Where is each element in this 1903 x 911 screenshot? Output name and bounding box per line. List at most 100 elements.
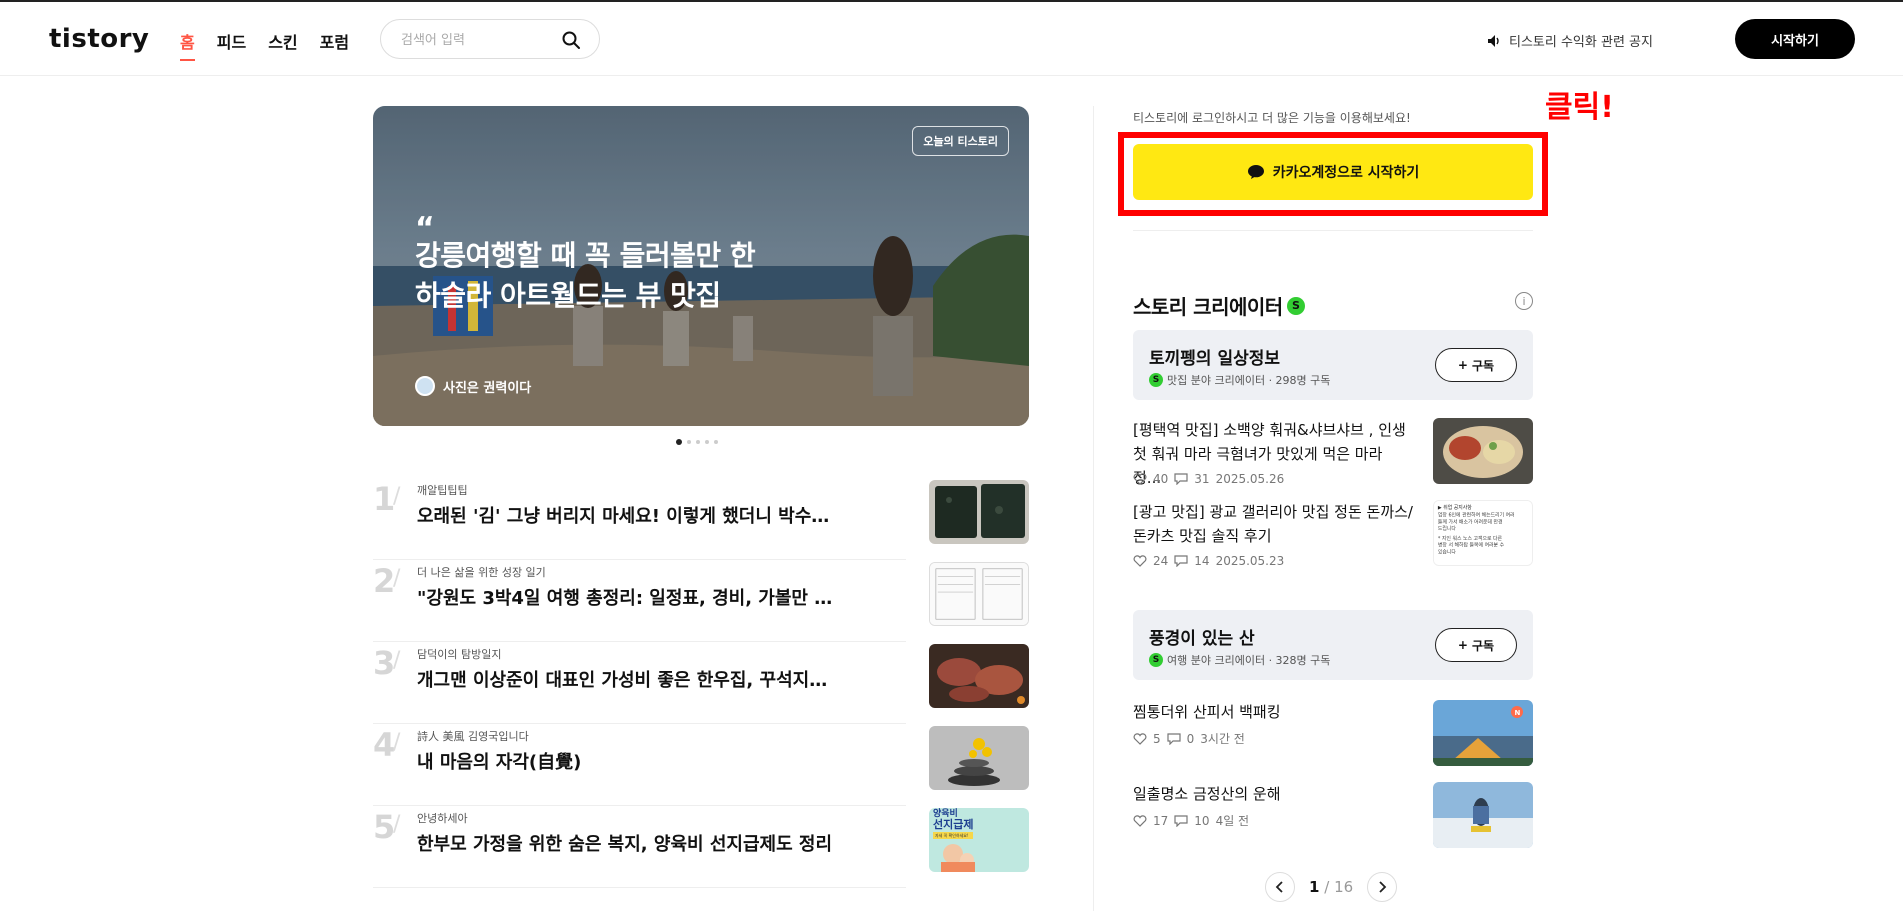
- heart-icon[interactable]: [1133, 814, 1147, 827]
- next-page-button[interactable]: [1367, 872, 1398, 902]
- like-count: 24: [1153, 554, 1169, 568]
- comment-icon[interactable]: [1174, 814, 1188, 827]
- post-title[interactable]: 개그맨 이상준이 대표인 가성비 좋은 한우집, 꾸석지돌...: [417, 666, 837, 692]
- post-thumbnail[interactable]: [929, 562, 1029, 626]
- rank-slash: /: [393, 812, 401, 837]
- post-thumbnail[interactable]: [1433, 782, 1533, 848]
- rank-slash: /: [393, 730, 401, 755]
- post-thumbnail[interactable]: [929, 726, 1029, 790]
- search-icon[interactable]: [561, 30, 581, 50]
- info-icon[interactable]: i: [1515, 292, 1533, 310]
- carousel-dot[interactable]: [705, 440, 709, 444]
- like-count: 40: [1153, 472, 1169, 486]
- post-stats: 17 10 4일 전: [1133, 812, 1249, 829]
- nav-feed[interactable]: 피드: [217, 29, 246, 59]
- comment-icon[interactable]: [1167, 732, 1181, 745]
- subscribe-label: 구독: [1471, 358, 1495, 373]
- list-item[interactable]: 2 / 더 나은 삶을 위한 성장 일기 "강원도 3박4일 여행 총정리: 일…: [373, 560, 1029, 642]
- carousel-dot[interactable]: [687, 440, 691, 444]
- post-title[interactable]: [광고 맛집] 광교 갤러리아 맛집 정돈 돈까스/돈카츠 맛집 솔직 후기: [1133, 500, 1413, 548]
- carousel-dot[interactable]: [714, 440, 718, 444]
- site-header: tistory 홈 피드 스킨 포럼 티스토리 수익화 관련 공지 시작하기: [0, 2, 1903, 76]
- post-title[interactable]: 내 마음의 자각(自覺): [417, 748, 837, 774]
- post-thumbnail[interactable]: [929, 480, 1029, 544]
- creator-name[interactable]: 풍경이 있는 산: [1149, 624, 1255, 649]
- login-prompt: 티스토리에 로그인하시고 더 많은 기능을 이용해보세요!: [1133, 111, 1411, 125]
- list-item[interactable]: 4 / 詩人 美風 김영국입니다 내 마음의 자각(自覺): [373, 724, 1029, 806]
- blog-name[interactable]: 詩人 美風 김영국입니다: [417, 728, 529, 744]
- comment-icon[interactable]: [1174, 473, 1188, 485]
- post-title[interactable]: 일출명소 금정산의 운해: [1133, 782, 1413, 806]
- post-title[interactable]: 한부모 가정을 위한 숨은 복지, 양육비 선지급제도 정리: [417, 830, 837, 856]
- author-name: 사진은 권력이다: [443, 380, 532, 396]
- heart-icon[interactable]: [1133, 473, 1147, 485]
- creator-card[interactable]: 풍경이 있는 산 S 여행 분야 크리에이터 · 328명 구독 + 구독: [1133, 610, 1533, 680]
- post-thumbnail[interactable]: ▶ 취업 공지사항 업장 6인에 관련하여 헤는드리기 여러 들께 가서 배소가…: [1433, 500, 1533, 566]
- subscribe-button[interactable]: + 구독: [1435, 348, 1517, 382]
- pagination: 1 / 16: [1265, 872, 1398, 902]
- creator-card[interactable]: 토끼펭의 일상정보 S 맛집 분야 크리에이터 · 298명 구독 + 구독: [1133, 330, 1533, 400]
- post-title[interactable]: 오래된 '김' 그냥 버리지 마세요! 이렇게 했더니 박수가 ...: [417, 502, 837, 528]
- creator-post[interactable]: 일출명소 금정산의 운해 17 10 4일 전: [1133, 782, 1533, 852]
- carousel-dot[interactable]: [676, 439, 682, 445]
- page-separator: /: [1324, 878, 1330, 896]
- creator-meta-text: 맛집 분야 크리에이터 · 298명 구독: [1167, 374, 1331, 387]
- post-thumbnail[interactable]: [1433, 418, 1533, 484]
- comment-icon[interactable]: [1174, 555, 1188, 567]
- creator-post[interactable]: [평택역 맛집] 소백양 훠궈&샤브샤브 , 인생 첫 훠궈 마라 극혐녀가 맛…: [1133, 418, 1533, 492]
- search-box: [380, 19, 600, 59]
- nav-forum[interactable]: 포럼: [320, 29, 349, 59]
- section-divider: [1133, 230, 1533, 231]
- notice-line-1: 업장 6인에 관련하여 헤는드리기 여러: [1438, 512, 1515, 519]
- poster-mid-text: 선지급제: [933, 817, 973, 831]
- list-item[interactable]: 5 / 안녕하세아 한부모 가정을 위한 숨은 복지, 양육비 선지급제도 정리…: [373, 806, 1029, 888]
- start-button[interactable]: 시작하기: [1735, 19, 1855, 59]
- hero-banner[interactable]: 오늘의 티스토리 “ 강릉여행할 때 꼭 들러볼만 한 하슬라 아트월드는 뷰 …: [373, 106, 1029, 426]
- subscribe-button[interactable]: + 구독: [1435, 628, 1517, 662]
- list-item[interactable]: 1 / 깨알팁팁팁 오래된 '김' 그냥 버리지 마세요! 이렇게 했더니 박수…: [373, 478, 1029, 560]
- nav-home[interactable]: 홈: [180, 29, 195, 61]
- post-title[interactable]: 찜통더위 산피서 백패킹: [1133, 700, 1413, 724]
- heart-icon[interactable]: [1133, 732, 1147, 745]
- hero-title[interactable]: 강릉여행할 때 꼭 들러볼만 한 하슬라 아트월드는 뷰 맛집: [415, 236, 775, 316]
- carousel-dot[interactable]: [696, 440, 700, 444]
- subscribe-label: 구독: [1471, 638, 1495, 653]
- creator-name[interactable]: 토끼펭의 일상정보: [1149, 344, 1280, 369]
- post-date: 2025.05.23: [1215, 554, 1285, 568]
- comment-count: 10: [1194, 813, 1210, 828]
- speaker-icon: [1488, 34, 1499, 47]
- carousel-dots: [676, 439, 718, 445]
- divider: [373, 887, 906, 888]
- list-item[interactable]: 3 / 담덕이의 탐방일지 개그맨 이상준이 대표인 가성비 좋은 한우집, 꾸…: [373, 642, 1029, 724]
- post-thumbnail[interactable]: 양육비 선지급제 자세 꼭 확인하세요!: [929, 808, 1029, 872]
- like-count: 5: [1153, 731, 1161, 746]
- post-thumbnail[interactable]: [929, 644, 1029, 708]
- chevron-left-icon: [1275, 881, 1283, 893]
- blog-name[interactable]: 더 나은 삶을 위한 성장 일기: [417, 564, 546, 580]
- post-thumbnail[interactable]: N: [1433, 700, 1533, 766]
- creator-badge-icon: S: [1149, 653, 1163, 667]
- main-nav: 홈 피드 스킨 포럼: [180, 29, 371, 61]
- chevron-right-icon: [1379, 881, 1387, 893]
- annotation-highlight-box: [1118, 132, 1548, 216]
- search-input[interactable]: [401, 30, 551, 50]
- post-date: 3시간 전: [1200, 732, 1245, 746]
- creator-heading: 스토리 크리에이터 S: [1133, 291, 1305, 320]
- notice-link[interactable]: 티스토리 수익화 관련 공지: [1487, 31, 1653, 50]
- creator-post[interactable]: [광고 맛집] 광교 갤러리아 맛집 정돈 돈까스/돈카츠 맛집 솔직 후기 2…: [1133, 500, 1533, 574]
- notice-line-5: 병장 서 해하탑 들목에 여러분 수: [1438, 542, 1505, 549]
- heart-icon[interactable]: [1133, 555, 1147, 567]
- creator-post[interactable]: 찜통더위 산피서 백패킹 5 0 3시간 전 N: [1133, 700, 1533, 770]
- tistory-logo[interactable]: tistory: [49, 24, 149, 54]
- today-badge[interactable]: 오늘의 티스토리: [912, 126, 1009, 156]
- current-page: 1: [1309, 878, 1320, 896]
- rank-number: 4: [373, 726, 396, 764]
- hero-author[interactable]: 사진은 권력이다: [415, 376, 531, 396]
- prev-page-button[interactable]: [1265, 872, 1295, 902]
- notice-line-4: * 지인 워스 노스 고객으로 다른: [1438, 535, 1503, 542]
- post-title[interactable]: "강원도 3박4일 여행 총정리: 일정표, 경비, 가볼만 한 ...: [417, 584, 837, 610]
- blog-name[interactable]: 담덕이의 탐방일지: [417, 646, 501, 662]
- blog-name[interactable]: 안녕하세아: [417, 810, 468, 826]
- nav-skin[interactable]: 스킨: [268, 29, 297, 59]
- blog-name[interactable]: 깨알팁팁팁: [417, 482, 468, 498]
